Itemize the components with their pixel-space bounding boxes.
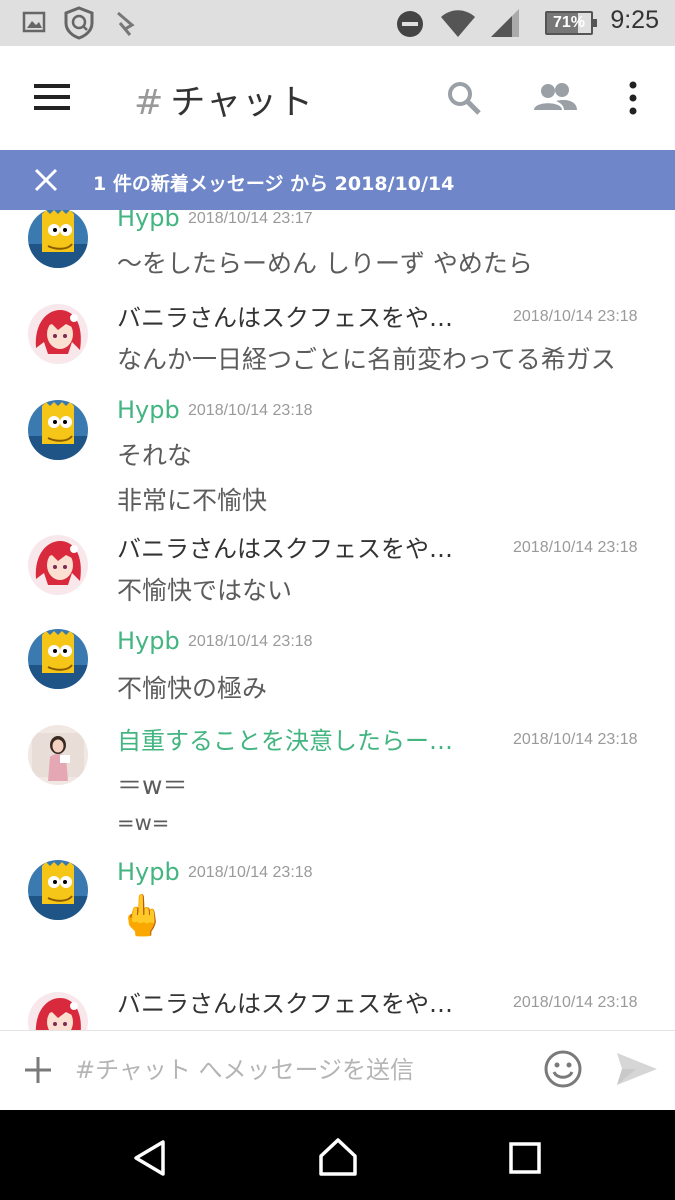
message-author[interactable]: 自重することを決意したらー… <box>117 721 453 756</box>
recents-icon[interactable] <box>509 1142 541 1178</box>
channel-title: # チャット <box>134 74 314 125</box>
message-timestamp: 2018/10/14 23:18 <box>188 402 313 419</box>
close-icon[interactable] <box>34 168 58 196</box>
add-attachment-icon[interactable] <box>24 1056 52 1088</box>
dnd-icon <box>396 10 424 42</box>
shield-icon <box>63 6 95 44</box>
message-list[interactable]: Hypb 2018/10/14 23:17 〜をしたらーめん しりーず やめたら… <box>0 210 675 1030</box>
search-icon[interactable] <box>446 80 482 120</box>
message-author[interactable]: バニラさんはスクフェスをや… <box>117 529 453 564</box>
bart-avatar[interactable] <box>28 210 88 268</box>
download-icon <box>112 9 138 41</box>
message-text[interactable]: 非常に不愉快 <box>117 481 267 517</box>
channel-name: チャット <box>170 83 314 123</box>
message-timestamp: 2018/10/14 23:17 <box>188 210 313 227</box>
menu-icon[interactable] <box>34 82 72 116</box>
wifi-icon <box>440 8 476 42</box>
more-icon[interactable] <box>626 80 640 120</box>
message-text[interactable]: ＝w＝ <box>117 766 187 802</box>
anime-red-hair-avatar[interactable] <box>28 304 88 364</box>
message-text[interactable]: それな <box>117 436 192 472</box>
message-emoji[interactable]: 🖕 <box>117 892 167 939</box>
message-text[interactable]: 〜をしたらーめん しりーず やめたら <box>117 244 533 280</box>
message-author[interactable]: Hypb <box>117 627 180 655</box>
back-icon[interactable] <box>132 1139 166 1181</box>
clock: 9:25 <box>610 6 659 34</box>
message-timestamp: 2018/10/14 23:18 <box>513 994 638 1011</box>
battery-icon: 71% <box>545 11 597 35</box>
bart-avatar[interactable] <box>28 860 88 920</box>
anime-red-hair-avatar[interactable] <box>28 535 88 595</box>
message-input[interactable] <box>75 1052 515 1088</box>
new-messages-text: 1 件の新着メッセージ から 2018/10/14 <box>93 173 455 195</box>
signal-icon <box>490 8 520 42</box>
status-bar: 71% 9:25 <box>0 0 675 46</box>
message-text[interactable]: =w= <box>117 811 169 835</box>
message-author[interactable]: Hypb <box>117 396 180 424</box>
message-text[interactable]: 不愉快の極み <box>117 669 267 705</box>
message-timestamp: 2018/10/14 23:18 <box>188 633 313 650</box>
message-text[interactable]: 不愉快ではない <box>117 571 292 607</box>
channel-hash: # <box>134 83 165 123</box>
message-timestamp: 2018/10/14 23:18 <box>513 731 638 748</box>
bart-avatar[interactable] <box>28 400 88 460</box>
message-author[interactable]: Hypb <box>117 210 180 232</box>
message-author[interactable]: Hypb <box>117 858 180 886</box>
home-icon[interactable] <box>318 1137 358 1181</box>
battery-level: 71% <box>552 14 586 31</box>
photo-avatar[interactable] <box>28 725 88 785</box>
message-timestamp: 2018/10/14 23:18 <box>188 864 313 881</box>
members-icon[interactable] <box>532 82 578 116</box>
anime-red-hair-avatar[interactable] <box>28 992 88 1030</box>
message-timestamp: 2018/10/14 23:18 <box>513 539 638 556</box>
message-author[interactable]: バニラさんはスクフェスをや… <box>117 984 453 1019</box>
emoji-icon[interactable] <box>543 1049 583 1093</box>
message-text[interactable]: なんか一日経つごとに名前変わってる希ガス <box>117 340 616 376</box>
message-timestamp: 2018/10/14 23:18 <box>513 308 638 325</box>
send-icon[interactable] <box>616 1052 658 1090</box>
image-icon <box>22 10 46 38</box>
bart-avatar[interactable] <box>28 629 88 689</box>
message-author[interactable]: バニラさんはスクフェスをや… <box>117 298 453 333</box>
